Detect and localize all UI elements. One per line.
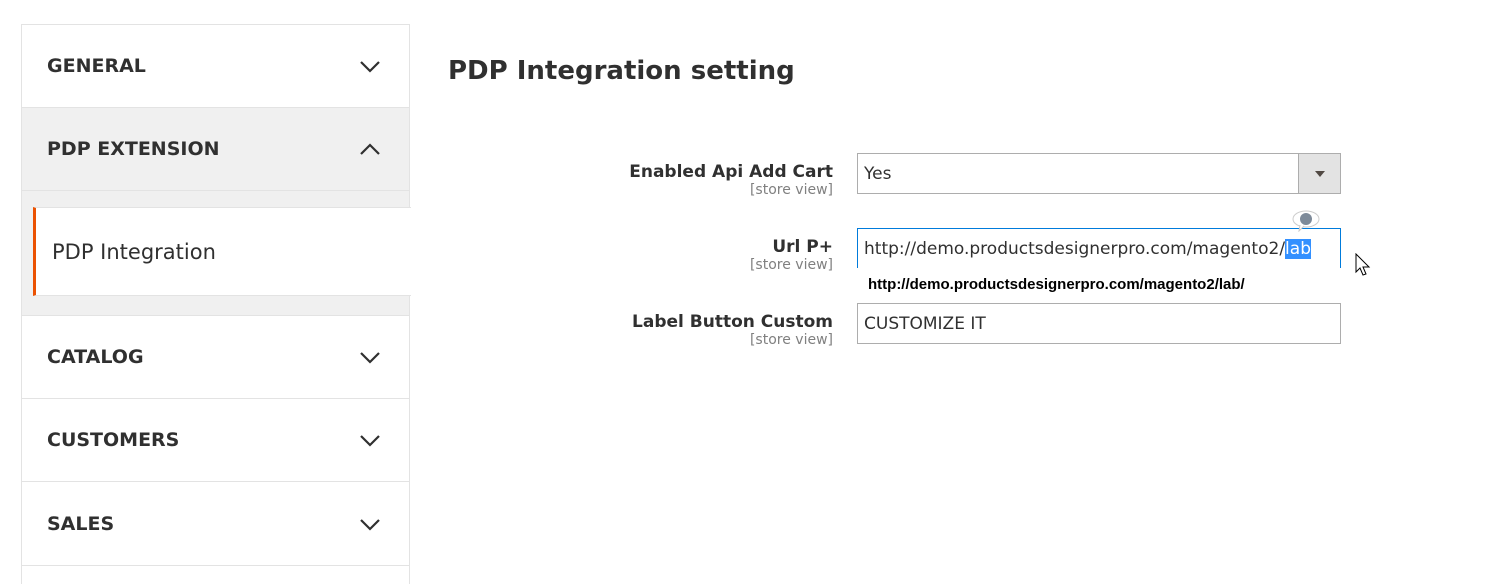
dropdown-arrow-icon[interactable] — [1298, 154, 1340, 193]
section-label: PDP EXTENSION — [47, 138, 220, 160]
scope-text: [store view] — [749, 257, 833, 273]
label-button-custom-input[interactable]: CUSTOMIZE IT — [857, 303, 1341, 344]
input-value: http://demo.productsdesignerpro.com/mage… — [864, 238, 1286, 259]
label-text: Url P+ — [772, 237, 833, 257]
label-text: Enabled Api Add Cart — [629, 162, 833, 182]
field-label-button-custom: Label Button Custom [store view] — [632, 312, 833, 348]
section-customers[interactable]: CUSTOMERS — [22, 399, 409, 482]
chevron-down-icon — [360, 352, 380, 364]
chevron-down-icon — [360, 519, 380, 531]
section-label: GENERAL — [47, 55, 146, 77]
selected-text: lab — [1285, 238, 1311, 259]
label-text: Label Button Custom — [632, 312, 833, 332]
section-general[interactable]: GENERAL — [22, 25, 409, 108]
page-title: PDP Integration setting — [448, 56, 795, 86]
sidebar-item-pdp-integration[interactable]: PDP Integration — [33, 207, 411, 296]
section-sales[interactable]: SALES — [22, 483, 409, 566]
enabled-api-add-cart-select[interactable]: Yes — [857, 153, 1341, 194]
autocomplete-suggestion[interactable]: http://demo.productsdesignerpro.com/mage… — [857, 268, 1341, 298]
input-value: CUSTOMIZE IT — [864, 313, 986, 334]
section-label: CATALOG — [47, 346, 144, 368]
section-label: CUSTOMERS — [47, 429, 180, 451]
chevron-up-icon — [360, 143, 380, 155]
section-label: SALES — [47, 513, 115, 535]
scope-text: [store view] — [749, 182, 833, 198]
config-sidebar: GENERAL PDP EXTENSION PDP Integration CA… — [21, 24, 411, 584]
globe-icon — [1292, 210, 1320, 232]
field-label-url: Url P+ [store view] — [750, 237, 833, 273]
mouse-cursor-icon — [1355, 253, 1371, 276]
chevron-down-icon — [360, 435, 380, 447]
chevron-down-icon — [360, 61, 380, 73]
scope-text: [store view] — [749, 332, 833, 348]
field-label-enabled-api: Enabled Api Add Cart [store view] — [629, 162, 833, 198]
url-input[interactable]: http://demo.productsdesignerpro.com/mage… — [857, 228, 1341, 269]
section-catalog[interactable]: CATALOG — [22, 316, 409, 399]
section-pdp-extension[interactable]: PDP EXTENSION — [22, 108, 409, 191]
pdp-extension-items: PDP Integration — [22, 191, 411, 316]
select-value: Yes — [864, 163, 892, 184]
